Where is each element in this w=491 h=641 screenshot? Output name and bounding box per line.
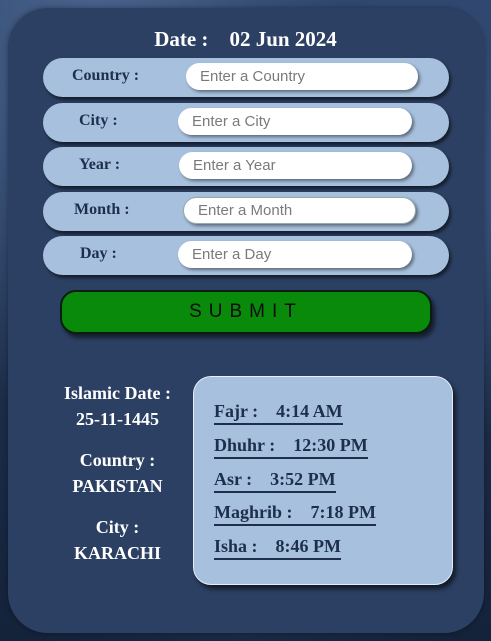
country-info-label: Country : — [79, 450, 156, 470]
city-row: City : — [43, 103, 449, 142]
year-input[interactable] — [179, 152, 412, 179]
prayer-time: 7:18 PM — [310, 502, 376, 522]
prayer-times-panel: Fajr : 4:14 AM Dhuhr : 12:30 PM Asr : 3:… — [193, 376, 453, 585]
prayer-name: Asr : — [214, 469, 253, 489]
country-input[interactable] — [186, 63, 418, 90]
country-info-value: PAKISTAN — [72, 476, 163, 496]
prayer-dhuhr: Dhuhr : 12:30 PM — [214, 435, 368, 459]
day-label: Day : — [80, 245, 117, 262]
prayer-time: 3:52 PM — [270, 469, 336, 489]
prayer-maghrib: Maghrib : 7:18 PM — [214, 502, 376, 526]
country-label: Country : — [72, 67, 140, 84]
prayer-fajr: Fajr : 4:14 AM — [214, 401, 343, 425]
date-header: Date : 02 Jun 2024 — [0, 27, 491, 52]
submit-button[interactable]: SUBMIT — [60, 290, 432, 334]
city-info-value: KARACHI — [73, 543, 161, 563]
month-label: Month : — [74, 201, 130, 218]
prayer-time: 4:14 AM — [276, 401, 343, 421]
islamic-date-value: 25-11-1445 — [76, 409, 159, 429]
month-input[interactable] — [183, 197, 416, 224]
day-row: Day : — [43, 236, 449, 275]
islamic-date-label: Islamic Date : — [64, 383, 171, 403]
city-info-block: City : KARACHI — [40, 517, 195, 564]
islamic-date-block: Islamic Date : 25-11-1445 — [40, 383, 195, 430]
country-row: Country : — [43, 58, 449, 97]
prayer-isha: Isha : 8:46 PM — [214, 536, 341, 560]
year-row: Year : — [43, 147, 449, 186]
year-label: Year : — [79, 156, 121, 173]
prayer-time: 8:46 PM — [275, 536, 341, 556]
country-info-block: Country : PAKISTAN — [40, 450, 195, 497]
prayer-name: Maghrib : — [214, 502, 293, 522]
city-info-label: City : — [95, 517, 140, 537]
prayer-name: Isha : — [214, 536, 258, 556]
month-row: Month : — [43, 192, 449, 231]
prayer-name: Dhuhr : — [214, 435, 276, 455]
date-label: Date : — [154, 27, 209, 51]
prayer-time: 12:30 PM — [293, 435, 368, 455]
prayer-asr: Asr : 3:52 PM — [214, 469, 336, 493]
city-label: City : — [79, 112, 118, 129]
date-value: 02 Jun 2024 — [229, 27, 337, 51]
prayer-name: Fajr : — [214, 401, 259, 421]
city-input[interactable] — [178, 108, 412, 135]
day-input[interactable] — [178, 241, 412, 268]
